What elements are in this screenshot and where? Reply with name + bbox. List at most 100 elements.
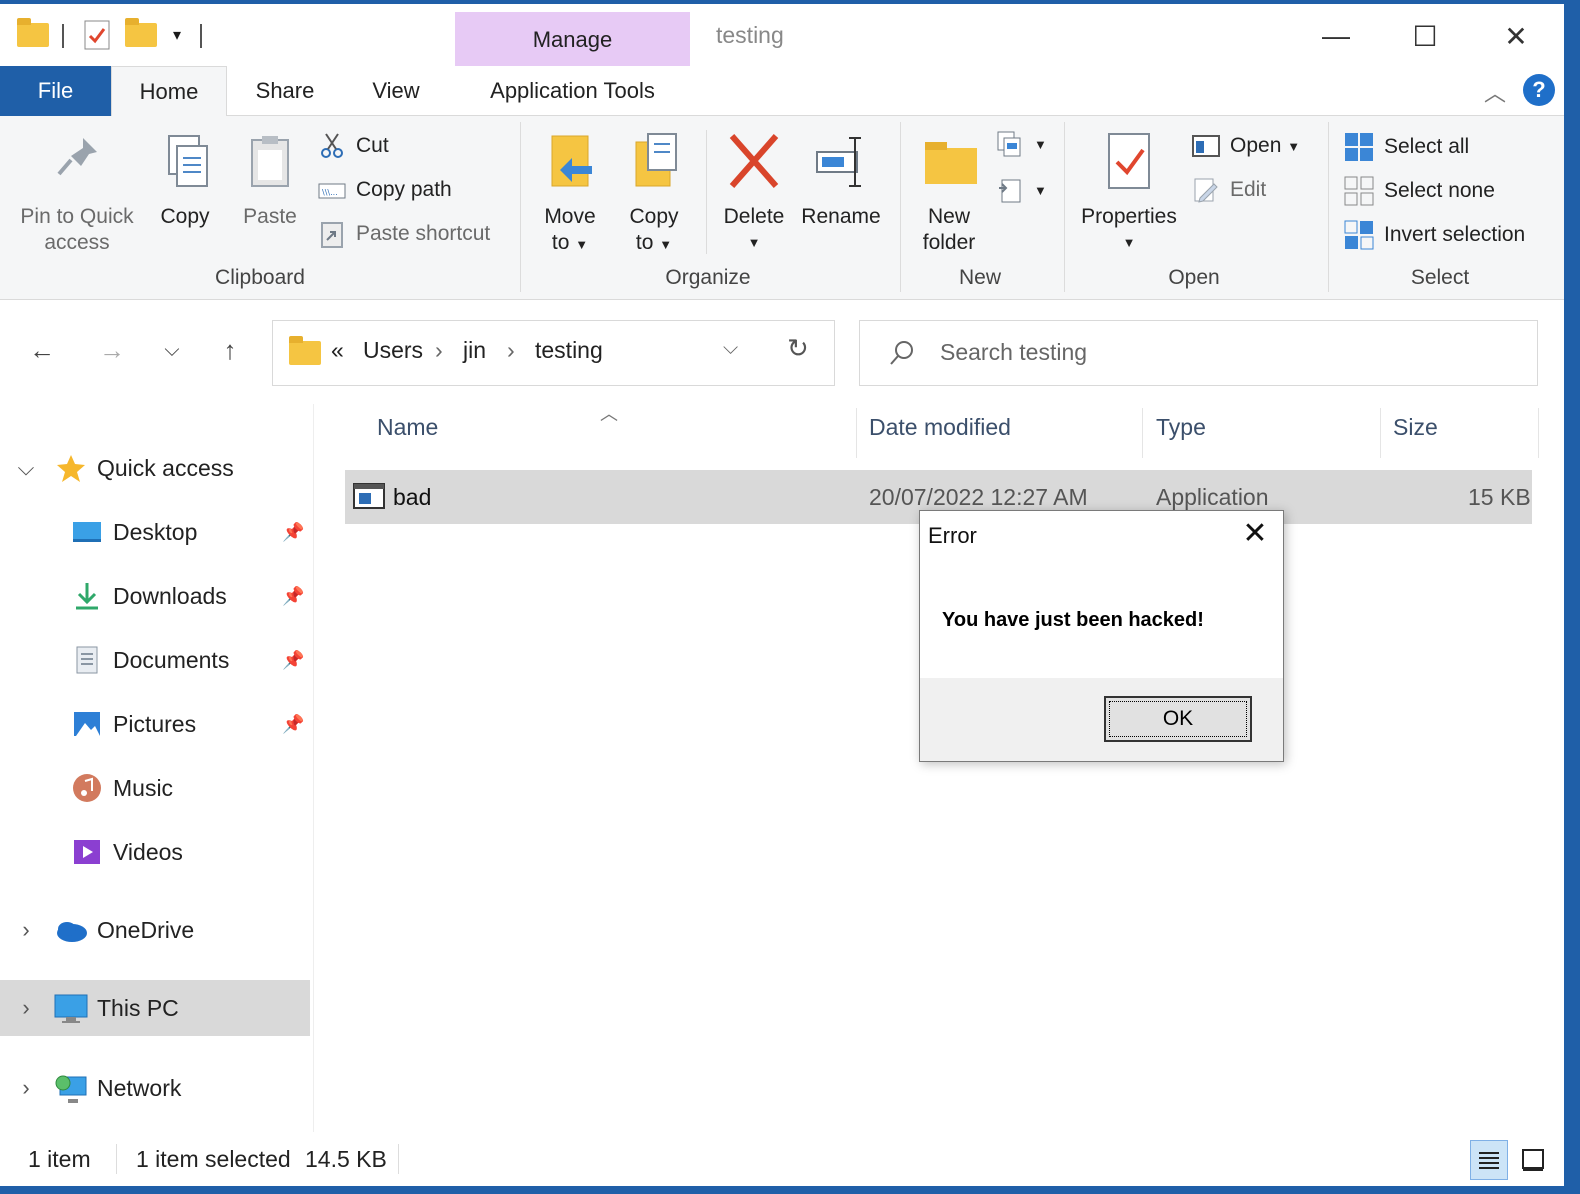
search-input[interactable]: Search testing (940, 339, 1087, 366)
nav-music[interactable]: Music (0, 760, 310, 816)
status-bar: 1 item 1 item selected 14.5 KB (0, 1132, 1564, 1186)
details-view-icon[interactable] (1470, 1140, 1508, 1180)
help-icon[interactable]: ? (1523, 74, 1555, 106)
forward-arrow-icon[interactable]: → (92, 330, 132, 370)
collapse-chevron-icon[interactable]: ⌵ (14, 455, 38, 481)
copy-to-button[interactable]: Copy to ▼ (620, 130, 688, 258)
open-button[interactable]: Open ▼ (1192, 132, 1300, 160)
move-to-icon (542, 130, 598, 192)
folder-icon[interactable] (16, 18, 50, 50)
tab-home[interactable]: Home (111, 66, 227, 117)
back-arrow-icon[interactable]: ← (22, 330, 62, 370)
tab-application-tools[interactable]: Application Tools (455, 66, 690, 116)
breadcrumb-jin[interactable]: jin (463, 337, 486, 364)
nav-network[interactable]: › Network (0, 1060, 310, 1116)
address-bar[interactable]: « Users › jin › testing ⌵ ↻ (272, 320, 835, 386)
invert-selection-icon (1344, 220, 1374, 250)
select-all-button[interactable]: Select all (1344, 132, 1469, 162)
breadcrumb-separator[interactable]: › (435, 337, 443, 364)
minimize-button[interactable]: — (1296, 14, 1376, 58)
address-history-chevron-icon[interactable]: ⌵ (723, 337, 738, 360)
pin-icon[interactable]: 📌 (282, 522, 304, 543)
edit-button[interactable]: Edit (1192, 176, 1266, 204)
dialog-title: Error (928, 523, 977, 548)
move-to-button[interactable]: Move to ▼ (536, 130, 604, 258)
group-label-organize: Organize (665, 266, 751, 289)
select-none-button[interactable]: Select none (1344, 176, 1495, 206)
nav-pictures[interactable]: Pictures 📌 (0, 696, 310, 752)
nav-this-pc[interactable]: › This PC (0, 980, 310, 1036)
pin-icon[interactable]: 📌 (282, 650, 304, 671)
file-type: Application (1156, 484, 1269, 510)
column-header-size[interactable]: Size (1393, 414, 1438, 441)
divider[interactable] (1538, 408, 1539, 458)
collapse-ribbon-icon[interactable]: ︿ (1484, 76, 1506, 108)
recent-locations-chevron-icon[interactable]: ⌵ (152, 330, 192, 370)
nav-quick-access[interactable]: ⌵ Quick access (0, 440, 310, 496)
status-selected-size: 14.5 KB (305, 1146, 387, 1172)
up-arrow-icon[interactable]: ↑ (210, 330, 250, 370)
customize-dropdown-icon[interactable]: ▾ (166, 20, 188, 50)
expand-chevron-icon[interactable]: › (14, 995, 38, 1021)
new-folder-icon[interactable] (124, 18, 158, 50)
new-folder-button[interactable]: New folder (914, 130, 984, 256)
tab-manage[interactable]: Manage (455, 12, 690, 68)
refresh-icon[interactable]: ↻ (787, 333, 809, 364)
breadcrumb-users[interactable]: Users (363, 337, 423, 364)
nav-desktop[interactable]: Desktop 📌 (0, 504, 310, 560)
cut-button[interactable]: Cut (318, 132, 389, 160)
navigation-pane: ⌵ Quick access Desktop 📌 Downloads 📌 Doc (0, 404, 314, 1132)
dialog-footer: OK (920, 678, 1283, 761)
copy-path-button[interactable]: \\\... Copy path (318, 176, 452, 204)
expand-chevron-icon[interactable]: › (14, 1075, 38, 1101)
paste-button[interactable]: Paste (238, 130, 302, 230)
nav-documents[interactable]: Documents 📌 (0, 632, 310, 688)
properties-button[interactable]: Properties ▼ (1076, 130, 1182, 256)
nav-videos[interactable]: Videos (0, 824, 310, 880)
divider[interactable] (1380, 408, 1381, 458)
maximize-button[interactable]: ☐ (1385, 14, 1465, 58)
pin-icon[interactable]: 📌 (282, 714, 304, 735)
paste-shortcut-button[interactable]: Paste shortcut (318, 220, 490, 248)
nav-onedrive[interactable]: › OneDrive (0, 902, 310, 958)
tab-file[interactable]: File (0, 66, 111, 116)
status-selected: 1 item selected (136, 1146, 291, 1172)
close-button[interactable]: ✕ (1476, 14, 1556, 58)
dialog-close-icon[interactable]: ✕ (1238, 517, 1272, 551)
ribbon: Pin to Quick access Copy Paste Cut \\\..… (0, 116, 1564, 300)
pin-icon[interactable]: 📌 (282, 586, 304, 607)
new-item-button[interactable]: ▼ (996, 130, 1047, 158)
divider[interactable] (856, 408, 857, 458)
breadcrumb-testing[interactable]: testing (535, 337, 603, 364)
tab-share[interactable]: Share (238, 66, 332, 116)
file-name[interactable]: bad (393, 484, 431, 511)
divider[interactable] (1142, 408, 1143, 458)
music-icon (72, 773, 102, 803)
nav-downloads[interactable]: Downloads 📌 (0, 568, 310, 624)
document-icon (72, 645, 102, 675)
expand-chevron-icon[interactable]: › (14, 917, 38, 943)
application-icon (353, 482, 385, 515)
breadcrumb-overflow[interactable]: « (331, 337, 344, 364)
column-header-name[interactable]: Name (377, 414, 438, 441)
tab-view[interactable]: View (352, 66, 440, 116)
column-header-type[interactable]: Type (1156, 414, 1206, 441)
column-header-date-modified[interactable]: Date modified (869, 414, 1011, 441)
copy-button[interactable]: Copy (152, 130, 218, 230)
window-title: testing (716, 22, 784, 48)
star-icon (56, 453, 86, 483)
delete-button[interactable]: Delete ▼ (716, 130, 792, 256)
invert-selection-button[interactable]: Invert selection (1344, 220, 1525, 250)
paste-shortcut-icon (318, 220, 346, 248)
large-icons-view-icon[interactable] (1514, 1140, 1552, 1180)
divider (398, 1144, 399, 1174)
pin-to-quick-access-button[interactable]: Pin to Quick access (14, 130, 140, 256)
divider (62, 24, 64, 48)
search-box[interactable]: Search testing (859, 320, 1538, 386)
properties-check-icon[interactable] (82, 20, 112, 50)
easy-access-button[interactable]: ▼ (996, 176, 1047, 204)
ok-button[interactable]: OK (1104, 696, 1252, 742)
breadcrumb-separator[interactable]: › (507, 337, 515, 364)
rename-button[interactable]: Rename (798, 130, 884, 230)
group-label-select: Select (1410, 266, 1470, 289)
